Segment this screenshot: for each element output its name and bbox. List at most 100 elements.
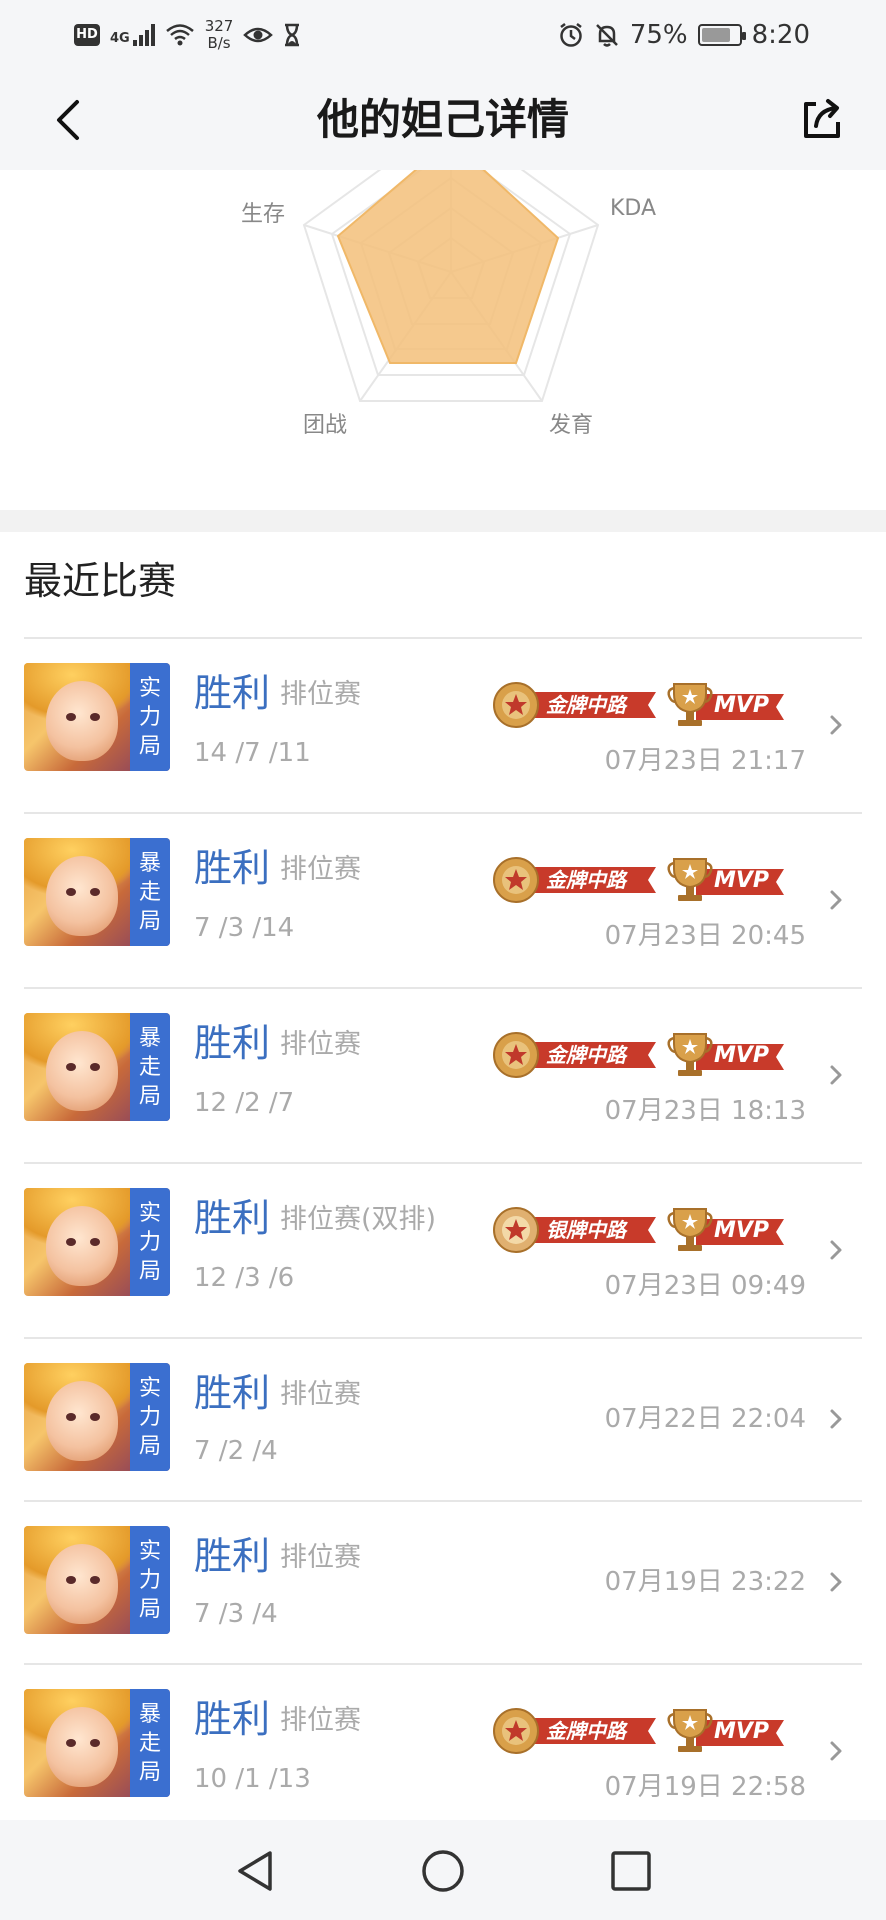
- match-badges: 银牌中路 MVP: [490, 1200, 788, 1260]
- chevron-right-icon[interactable]: [824, 713, 848, 737]
- system-nav-bar: [0, 1820, 886, 1920]
- eye-icon: [243, 27, 274, 43]
- mvp-badge: MVP: [666, 678, 788, 732]
- match-mode: 排位赛: [280, 854, 361, 885]
- nav-home-button[interactable]: [420, 1848, 466, 1894]
- mvp-badge: MVP: [666, 1203, 788, 1257]
- match-row[interactable]: 暴走局胜利 排位赛 10 /1 /13 07月19日 22:58 金牌中路 MVP: [24, 1663, 862, 1838]
- chevron-right-icon[interactable]: [824, 888, 848, 912]
- match-date: 07月19日 22:58: [604, 1772, 806, 1802]
- match-type-char: 局: [138, 1596, 161, 1622]
- match-type-char: 实: [138, 1200, 161, 1226]
- match-result: 胜利: [194, 1534, 271, 1578]
- match-type-tag: 实力局: [130, 1526, 170, 1634]
- mvp-label: MVP: [714, 868, 770, 893]
- match-type-tag: 实力局: [130, 663, 170, 771]
- match-badges: 金牌中路 MVP: [490, 850, 788, 910]
- match-date: 07月23日 18:13: [604, 1096, 806, 1126]
- match-row[interactable]: 实力局胜利 排位赛 7 /2 /4 07月22日 22:04: [24, 1337, 862, 1500]
- section-title: 最近比赛: [24, 559, 177, 603]
- mvp-label: MVP: [714, 1719, 770, 1744]
- match-date: 07月23日 21:17: [604, 746, 806, 776]
- match-type-char: 力: [138, 1567, 161, 1593]
- match-row[interactable]: 实力局胜利 排位赛(双排) 12 /3 /6 07月23日 09:49 银牌中路 MVP: [24, 1162, 862, 1337]
- radar-label-kda: KDA: [610, 196, 657, 221]
- medal-label: 金牌中路: [546, 1719, 626, 1743]
- match-row[interactable]: 实力局胜利 排位赛 7 /3 /4 07月19日 23:22: [24, 1500, 862, 1663]
- status-right: 75% 8:20: [558, 14, 810, 56]
- match-type-char: 实: [138, 1375, 161, 1401]
- match-type-char: 局: [138, 1083, 161, 1109]
- match-result: 胜利: [194, 1021, 271, 1065]
- chevron-right-icon[interactable]: [824, 1739, 848, 1763]
- radar-label-farming: 发育: [549, 413, 594, 438]
- match-kda: 7 /3 /14: [194, 913, 295, 943]
- wifi-icon: [165, 24, 194, 46]
- match-type-tag: 实力局: [130, 1363, 170, 1471]
- match-kda: 7 /2 /4: [194, 1436, 278, 1466]
- nav-recents-button[interactable]: [608, 1848, 654, 1894]
- cell-signal-icon: 4G: [110, 24, 155, 46]
- mvp-label: MVP: [714, 1218, 770, 1243]
- radar-chart: [302, 170, 600, 402]
- match-date: 07月23日 20:45: [604, 921, 806, 951]
- page-title: 他的妲己详情: [316, 95, 569, 144]
- nav-back-button[interactable]: [232, 1848, 278, 1894]
- gold-medal-badge: 金牌中路: [490, 855, 660, 905]
- section-divider: [0, 510, 886, 532]
- silver-medal-badge: 银牌中路: [490, 1205, 660, 1255]
- match-row[interactable]: 实力局胜利 排位赛 14 /7 /11 07月23日 21:17 金牌中路 MVP: [24, 637, 862, 812]
- mvp-badge: MVP: [666, 1704, 788, 1758]
- status-bar: HD 4G 327 B/s 75% 8:20: [0, 0, 886, 70]
- match-row[interactable]: 暴走局胜利 排位赛 12 /2 /7 07月23日 18:13 金牌中路 MVP: [24, 987, 862, 1162]
- match-type-char: 局: [138, 1433, 161, 1459]
- match-type-tag: 暴走局: [130, 1689, 170, 1797]
- match-mode: 排位赛: [280, 1379, 361, 1410]
- mvp-badge: MVP: [666, 853, 788, 907]
- hero-avatar: 实力局: [24, 1526, 170, 1634]
- match-list: 实力局胜利 排位赛 14 /7 /11 07月23日 21:17 金牌中路 MVP 暴走局胜…: [24, 637, 862, 1838]
- hourglass-icon: [285, 23, 300, 47]
- match-date: 07月19日 23:22: [604, 1567, 806, 1597]
- match-kda: 12 /2 /7: [194, 1088, 295, 1118]
- radar-label-teamfight: 团战: [303, 413, 348, 438]
- match-type-char: 局: [138, 1258, 161, 1284]
- medal-label: 金牌中路: [546, 693, 626, 717]
- radar-area: [336, 170, 560, 364]
- ability-radar: 生存 KDA 团战 发育: [0, 170, 886, 510]
- medal-label: 银牌中路: [546, 1218, 626, 1242]
- match-mode: 排位赛(双排): [280, 1204, 437, 1235]
- match-type-char: 实: [138, 675, 161, 701]
- mvp-label: MVP: [714, 1043, 770, 1068]
- match-kda: 7 /3 /4: [194, 1599, 278, 1629]
- match-result: 胜利: [194, 671, 271, 715]
- chevron-right-icon[interactable]: [824, 1063, 848, 1087]
- match-type-tag: 暴走局: [130, 1013, 170, 1121]
- gold-medal-badge: 金牌中路: [490, 1706, 660, 1756]
- chevron-right-icon[interactable]: [824, 1570, 848, 1594]
- match-type-char: 局: [138, 1759, 161, 1785]
- match-badges: 金牌中路 MVP: [490, 1701, 788, 1761]
- match-mode: 排位赛: [280, 1705, 361, 1736]
- share-icon: [804, 99, 840, 138]
- chevron-right-icon[interactable]: [824, 1407, 848, 1431]
- chevron-right-icon[interactable]: [824, 1238, 848, 1262]
- medal-label: 金牌中路: [546, 1043, 626, 1067]
- hero-avatar: 实力局: [24, 1188, 170, 1296]
- status-left: HD 4G 327 B/s: [74, 14, 301, 56]
- battery-icon: [697, 24, 746, 46]
- hd-icon: HD: [74, 24, 100, 46]
- match-type-char: 暴: [138, 850, 161, 876]
- match-row[interactable]: 暴走局胜利 排位赛 7 /3 /14 07月23日 20:45 金牌中路 MVP: [24, 812, 862, 987]
- match-date: 07月22日 22:04: [604, 1404, 806, 1434]
- match-type-tag: 实力局: [130, 1188, 170, 1296]
- match-mode: 排位赛: [280, 1029, 361, 1060]
- match-result: 胜利: [194, 1196, 271, 1240]
- battery-percent: 75%: [629, 20, 688, 50]
- gold-medal-badge: 金牌中路: [490, 1030, 660, 1080]
- hero-avatar: 实力局: [24, 663, 170, 771]
- app-header: 他的妲己详情: [0, 70, 886, 170]
- match-type-char: 走: [138, 1054, 161, 1080]
- match-kda: 14 /7 /11: [194, 738, 311, 768]
- share-button[interactable]: [794, 92, 850, 148]
